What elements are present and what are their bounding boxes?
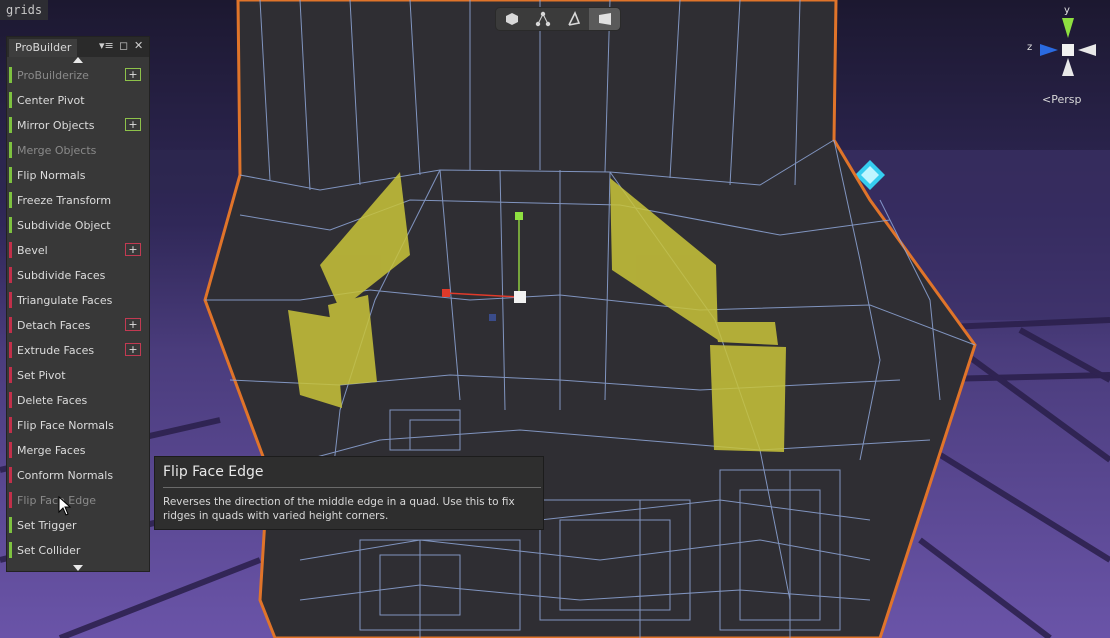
menu-item-label: Flip Face Normals <box>17 419 114 432</box>
menu-item-label: Bevel <box>17 244 48 257</box>
tooltip: Flip Face Edge Reverses the direction of… <box>154 456 544 530</box>
menu-item-flip-face-edge[interactable]: Flip Face Edge <box>7 488 149 513</box>
panel-menu-icon[interactable]: ▾≡ <box>99 39 114 53</box>
tooltip-title: Flip Face Edge <box>163 464 264 480</box>
category-color-bar <box>9 342 12 358</box>
tooltip-divider <box>163 487 541 488</box>
scene-viewport[interactable] <box>0 0 1110 638</box>
category-color-bar <box>9 117 12 133</box>
category-color-bar <box>9 142 12 158</box>
menu-item-label: Subdivide Faces <box>17 269 106 282</box>
selection-mode-toolbar <box>496 8 620 30</box>
category-color-bar <box>9 317 12 333</box>
category-color-bar <box>9 267 12 283</box>
menu-item-label: Mirror Objects <box>17 119 95 132</box>
menu-item-subdivide-faces[interactable]: Subdivide Faces <box>7 263 149 288</box>
chevron-left-icon: < <box>1042 93 1052 106</box>
menu-item-bevel[interactable]: Bevel + <box>7 238 149 263</box>
close-icon[interactable]: ✕ <box>134 39 143 53</box>
menu-item-center-pivot[interactable]: Center Pivot <box>7 88 149 113</box>
menu-item-conform-normals[interactable]: Conform Normals <box>7 463 149 488</box>
panel-header: ProBuilder ▾≡ ◻ ✕ <box>7 37 149 57</box>
edge-mode-button[interactable] <box>558 8 589 30</box>
category-color-bar <box>9 367 12 383</box>
edge-mode-icon <box>567 11 580 26</box>
category-color-bar <box>9 192 12 208</box>
face-mode-icon <box>598 13 611 25</box>
gizmo-y-label: y <box>1064 5 1070 16</box>
menu-item-label: Merge Objects <box>17 144 97 157</box>
panel-title-tab[interactable]: ProBuilder <box>9 39 78 57</box>
category-color-bar <box>9 67 12 83</box>
menu-item-label: Set Trigger <box>17 519 77 532</box>
category-color-bar <box>9 292 12 308</box>
category-color-bar <box>9 417 12 433</box>
probuilder-panel: ProBuilder ▾≡ ◻ ✕ ProBuilderize + Center P… <box>6 36 150 572</box>
scroll-down-icon[interactable] <box>73 565 83 571</box>
category-color-bar <box>9 467 12 483</box>
category-color-bar <box>9 242 12 258</box>
menu-item-delete-faces[interactable]: Delete Faces <box>7 388 149 413</box>
menu-item-extrude-faces[interactable]: Extrude Faces + <box>7 338 149 363</box>
projection-label: Persp <box>1051 93 1082 106</box>
menu-item-label: Set Collider <box>17 544 81 557</box>
maximize-icon[interactable]: ◻ <box>119 39 128 53</box>
scene-tag-label: grids <box>0 0 49 20</box>
object-mode-button[interactable] <box>496 8 527 30</box>
menu-item-label: Extrude Faces <box>17 344 95 357</box>
menu-item-label: Delete Faces <box>17 394 88 407</box>
category-color-bar <box>9 542 12 558</box>
object-mode-icon <box>505 13 518 25</box>
menu-item-label: Set Pivot <box>17 369 66 382</box>
menu-item-label: Detach Faces <box>17 319 91 332</box>
menu-item-triangulate-faces[interactable]: Triangulate Faces <box>7 288 149 313</box>
category-color-bar <box>9 442 12 458</box>
mouse-cursor-icon <box>58 496 72 516</box>
menu-item-merge-objects[interactable]: Merge Objects <box>7 138 149 163</box>
vertex-mode-button[interactable] <box>527 8 558 30</box>
category-color-bar <box>9 217 12 233</box>
menu-item-label: Freeze Transform <box>17 194 112 207</box>
category-color-bar <box>9 92 12 108</box>
menu-item-detach-faces[interactable]: Detach Faces + <box>7 313 149 338</box>
menu-item-label: Flip Normals <box>17 169 86 182</box>
projection-toggle[interactable]: <Persp <box>1042 93 1081 106</box>
menu-item-flip-normals[interactable]: Flip Normals <box>7 163 149 188</box>
menu-item-label: Subdivide Object <box>17 219 111 232</box>
options-plus-button[interactable]: + <box>125 343 141 356</box>
menu-item-merge-faces[interactable]: Merge Faces <box>7 438 149 463</box>
menu-item-label: Triangulate Faces <box>17 294 113 307</box>
menu-item-subdivide-object[interactable]: Subdivide Object <box>7 213 149 238</box>
category-color-bar <box>9 492 12 508</box>
category-color-bar <box>9 167 12 183</box>
menu-item-label: ProBuilderize <box>17 69 89 82</box>
gizmo-z-label: z <box>1027 42 1033 53</box>
tooltip-description: Reverses the direction of the middle edg… <box>163 496 515 522</box>
vertex-mode-icon <box>535 11 550 27</box>
options-plus-button[interactable]: + <box>125 318 141 331</box>
options-plus-button[interactable]: + <box>125 68 141 81</box>
face-mode-button[interactable] <box>589 8 620 30</box>
menu-item-freeze-transform[interactable]: Freeze Transform <box>7 188 149 213</box>
category-color-bar <box>9 392 12 408</box>
menu-item-set-collider[interactable]: Set Collider <box>7 538 149 563</box>
menu-item-mirror-objects[interactable]: Mirror Objects + <box>7 113 149 138</box>
menu-item-probuilderize[interactable]: ProBuilderize + <box>7 63 149 88</box>
menu-item-label: Merge Faces <box>17 444 86 457</box>
menu-item-set-trigger[interactable]: Set Trigger <box>7 513 149 538</box>
options-plus-button[interactable]: + <box>125 243 141 256</box>
menu-item-set-pivot[interactable]: Set Pivot <box>7 363 149 388</box>
menu-item-label: Conform Normals <box>17 469 114 482</box>
category-color-bar <box>9 517 12 533</box>
menu-item-label: Flip Face Edge <box>17 494 96 507</box>
menu-item-flip-face-normals[interactable]: Flip Face Normals <box>7 413 149 438</box>
options-plus-button[interactable]: + <box>125 118 141 131</box>
probuilder-menu: ProBuilderize + Center Pivot Mirror Objects… <box>7 63 149 563</box>
menu-item-label: Center Pivot <box>17 94 85 107</box>
